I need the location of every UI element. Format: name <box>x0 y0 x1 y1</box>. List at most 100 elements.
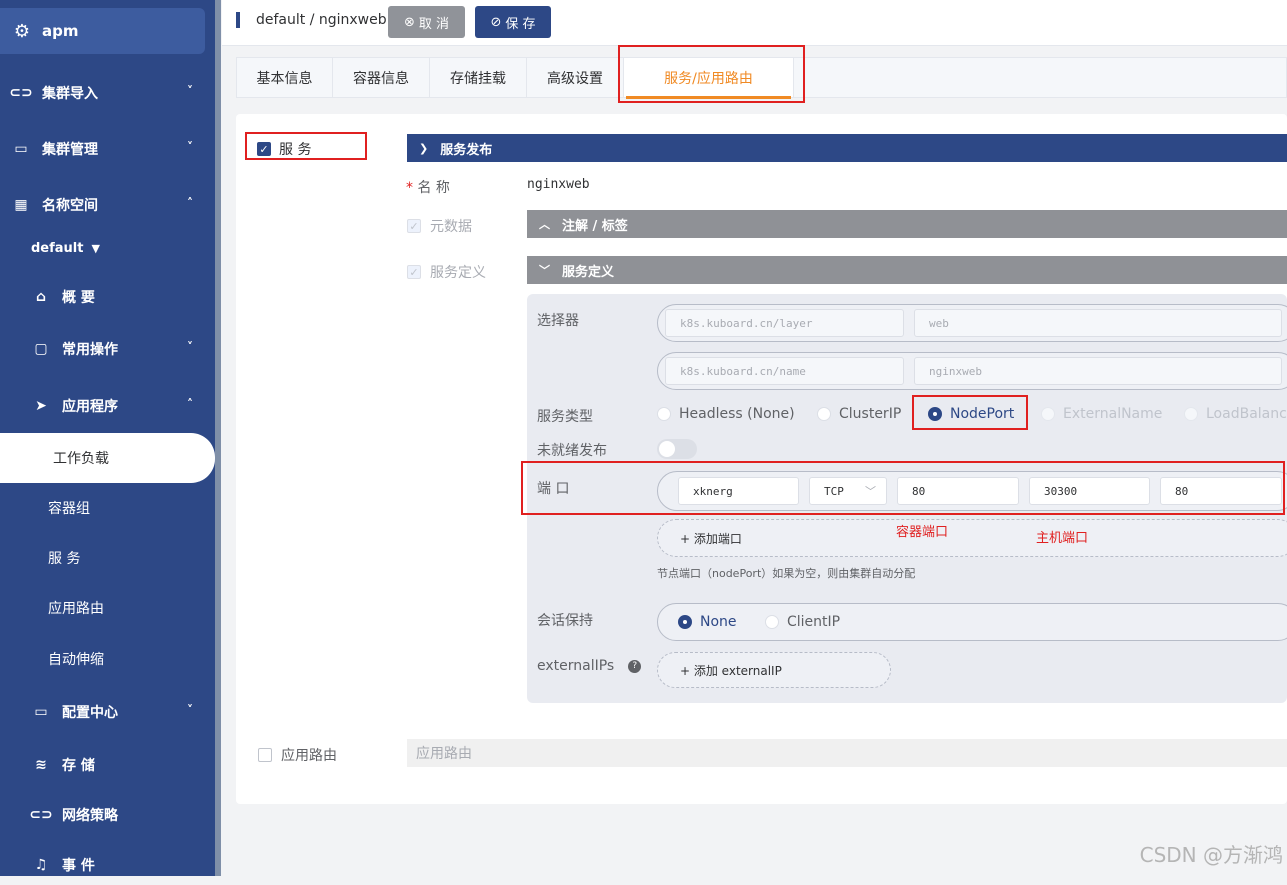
sidebar-item-label: 集群管理 <box>42 142 98 158</box>
unready-label: 未就绪发布 <box>537 443 607 459</box>
radio-session-clientip[interactable]: ClientIP <box>765 614 840 630</box>
sidebar-item-events[interactable]: ♫ 事 件 <box>0 845 215 885</box>
chevron-down-icon: ˅ <box>187 84 193 98</box>
sidebar-item-overview[interactable]: ⌂ 概 要 <box>0 277 215 317</box>
radio-label: ClientIP <box>787 614 841 630</box>
service-def-checkbox[interactable]: ✓ 服务定义 <box>407 262 486 282</box>
sidebar: ⚙ apm ⊂⊃ 集群导入 ˅ ▭ 集群管理 ˅ ▦ 名称空间 ˄ defaul… <box>0 0 215 876</box>
help-icon[interactable]: ? <box>628 659 642 673</box>
external-ips-label: externalIPs <box>537 658 615 674</box>
sidebar-item-label: 存 储 <box>62 758 95 774</box>
selector-key-input[interactable]: k8s.kuboard.cn/name <box>665 357 904 385</box>
sidebar-item-applications[interactable]: ➤ 应用程序 ˄ <box>0 386 215 426</box>
sidebar-item-common-ops[interactable]: ▢ 常用操作 ˅ <box>0 329 215 369</box>
sidebar-item-label: 事 件 <box>62 858 95 874</box>
sidebar-item-namespace[interactable]: ▦ 名称空间 ˄ <box>0 185 215 225</box>
highlight-box-tab <box>618 45 805 103</box>
name-label: * 名 称 <box>406 180 450 196</box>
send-icon: ➤ <box>35 398 47 414</box>
radio-icon <box>657 407 671 421</box>
sidebar-item-label: 工作负载 <box>53 451 109 467</box>
checkbox-icon <box>258 748 272 762</box>
radio-session-none[interactable]: None <box>678 614 737 630</box>
ingress-header[interactable]: 应用路由 <box>407 739 1287 767</box>
sidebar-item-network-policy[interactable]: ⊂⊃ 网络策略 <box>0 795 215 835</box>
selector-value-input[interactable]: nginxweb <box>914 357 1282 385</box>
section-title: 注解 / 标签 <box>562 218 628 234</box>
brand-label: apm <box>42 22 79 40</box>
sidebar-item-cluster-import[interactable]: ⊂⊃ 集群导入 ˅ <box>0 73 215 113</box>
radio-loadbalancer[interactable]: LoadBalancer <box>1184 406 1287 422</box>
sidebar-item-autoscale[interactable]: 自动伸缩 <box>0 641 215 677</box>
ingress-checkbox-label: 应用路由 <box>281 748 337 764</box>
breadcrumb-marker <box>236 12 240 28</box>
radio-icon <box>1041 407 1055 421</box>
radio-selected-icon <box>678 615 692 629</box>
annotations-header[interactable]: ︿ 注解 / 标签 <box>527 210 1287 238</box>
chevron-down-icon: ˅ <box>187 340 193 354</box>
box-icon: ▭ <box>14 141 28 157</box>
sidebar-item-label: 服 务 <box>48 551 81 567</box>
radio-externalname[interactable]: ExternalName <box>1041 406 1162 422</box>
service-def-label: 服务定义 <box>430 265 486 281</box>
radio-label: ClusterIP <box>839 406 902 422</box>
radio-headless[interactable]: Headless (None) <box>657 406 795 422</box>
watermark: CSDN @方渐鸿 <box>1139 843 1283 867</box>
radio-label: LoadBalancer <box>1206 406 1287 422</box>
chevron-down-icon: ❯ <box>419 141 429 155</box>
service-def-header[interactable]: ﹀ 服务定义 <box>527 256 1287 284</box>
chevron-up-icon: ˄ <box>187 397 193 411</box>
sidebar-item-pods[interactable]: 容器组 <box>0 490 215 526</box>
box-icon: ▭ <box>34 704 48 720</box>
sidebar-item-label: 概 要 <box>62 290 95 306</box>
radio-icon <box>817 407 831 421</box>
radio-icon <box>1184 407 1198 421</box>
chevron-up-icon: ˄ <box>187 196 193 210</box>
top-bar: default / nginxweb ⊗ 取 消 ⊘ 保 存 <box>222 0 1287 46</box>
sidebar-item-storage[interactable]: ≋ 存 储 <box>0 745 215 785</box>
unready-toggle[interactable] <box>657 439 697 459</box>
node-port-hint: 节点端口（nodePort）如果为空，则由集群自动分配 <box>657 567 916 580</box>
sidebar-item-config-center[interactable]: ▭ 配置中心 ˅ <box>0 692 215 732</box>
tab-storage-mount[interactable]: 存储挂载 <box>430 58 527 97</box>
sidebar-item-cluster-manage[interactable]: ▭ 集群管理 ˅ <box>0 129 215 169</box>
brand-header[interactable]: ⚙ apm <box>0 8 205 54</box>
external-ips-label-group: externalIPs ? <box>537 658 642 674</box>
radio-label: None <box>700 614 737 630</box>
cancel-button[interactable]: ⊗ 取 消 <box>388 6 465 38</box>
sidebar-scrollbar[interactable] <box>215 0 221 876</box>
service-publish-header[interactable]: ❯ 服务发布 <box>407 134 1287 162</box>
sidebar-item-ingress[interactable]: 应用路由 <box>0 590 215 626</box>
breadcrumb: default / nginxweb <box>256 12 387 28</box>
radio-icon <box>765 615 779 629</box>
namespace-label: default <box>31 241 84 256</box>
selector-value-input[interactable]: web <box>914 309 1282 337</box>
save-button[interactable]: ⊘ 保 存 <box>475 6 551 38</box>
session-row <box>657 603 1287 641</box>
namespace-selector[interactable]: default ▼ <box>31 241 100 256</box>
highlight-box-port <box>521 461 1285 515</box>
name-value: nginxweb <box>527 177 590 192</box>
check-circle-icon: ⊘ <box>490 14 502 30</box>
tab-advanced[interactable]: 高级设置 <box>527 58 624 97</box>
tab-container-info[interactable]: 容器信息 <box>333 58 430 97</box>
sidebar-item-services[interactable]: 服 务 <box>0 540 215 576</box>
add-external-ip-button[interactable]: + 添加 externalIP <box>657 652 891 688</box>
annotation-host-port: 主机端口 <box>1036 531 1089 546</box>
selector-key-input[interactable]: k8s.kuboard.cn/layer <box>665 309 904 337</box>
sidebar-item-workloads[interactable]: 工作负载 <box>0 433 215 483</box>
checkbox-checked-icon: ✓ <box>407 219 421 233</box>
sidebar-item-label: 应用路由 <box>48 601 104 617</box>
database-icon: ≋ <box>35 757 47 773</box>
radio-clusterip[interactable]: ClusterIP <box>817 406 901 422</box>
section-title: 服务定义 <box>562 264 615 280</box>
checkbox-checked-icon: ✓ <box>407 265 421 279</box>
add-port-button[interactable]: + 添加端口 <box>657 519 1287 557</box>
metadata-checkbox[interactable]: ✓ 元数据 <box>407 216 472 236</box>
link-icon: ⊂⊃ <box>9 85 33 101</box>
tab-basic-info[interactable]: 基本信息 <box>237 58 333 97</box>
save-button-label: 保 存 <box>505 16 536 32</box>
ingress-checkbox[interactable]: 应用路由 <box>258 745 337 765</box>
sidebar-item-label: 应用程序 <box>62 399 118 415</box>
highlight-box-nodeport <box>912 395 1028 430</box>
